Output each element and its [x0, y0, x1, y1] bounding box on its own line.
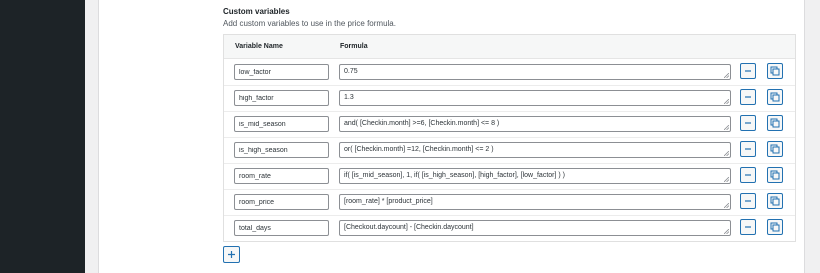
formula-text: [room_rate] * [product_price] [344, 198, 433, 205]
variable-name-input[interactable] [234, 90, 329, 106]
variable-row: if( [is_mid_season], 1, if( [is_high_sea… [224, 164, 795, 190]
formula-textarea[interactable]: 0.75 [339, 64, 731, 80]
remove-variable-button[interactable] [740, 63, 756, 79]
variable-row: 1.3 [224, 86, 795, 112]
minus-icon [745, 174, 751, 176]
variable-row: or( [Checkin.month] =12, [Checkin.month]… [224, 138, 795, 164]
formula-text: 0.75 [344, 68, 358, 75]
variable-row: 0.75 [224, 60, 795, 86]
remove-variable-button[interactable] [740, 219, 756, 235]
duplicate-variable-button[interactable] [767, 115, 783, 131]
duplicate-variable-button[interactable] [767, 63, 783, 79]
variable-name-input[interactable] [234, 142, 329, 158]
copy-icon [770, 118, 780, 128]
minus-icon [745, 200, 751, 202]
formula-textarea[interactable]: if( [is_mid_season], 1, if( [is_high_sea… [339, 168, 731, 184]
copy-icon [770, 170, 780, 180]
remove-variable-button[interactable] [740, 193, 756, 209]
section-title: Custom variables [223, 7, 290, 16]
formula-text: 1.3 [344, 94, 354, 101]
formula-text: and( [Checkin.month] >=6, [Checkin.month… [344, 120, 500, 127]
resize-grip-icon[interactable] [724, 73, 729, 78]
duplicate-variable-button[interactable] [767, 219, 783, 235]
admin-sidebar [0, 0, 85, 273]
minus-icon [745, 96, 751, 98]
resize-grip-icon[interactable] [724, 229, 729, 234]
remove-variable-button[interactable] [740, 167, 756, 183]
resize-grip-icon[interactable] [724, 151, 729, 156]
resize-grip-icon[interactable] [724, 177, 729, 182]
custom-variables-table: Variable Name Formula 0.75 1.3 and( [223, 34, 796, 242]
copy-icon [770, 196, 780, 206]
variable-row: [Checkout.daycount] - [Checkin.daycount] [224, 216, 795, 242]
formula-textarea[interactable]: [Checkout.daycount] - [Checkin.daycount] [339, 220, 731, 236]
variable-row: and( [Checkin.month] >=6, [Checkin.month… [224, 112, 795, 138]
resize-grip-icon[interactable] [724, 99, 729, 104]
remove-variable-button[interactable] [740, 115, 756, 131]
minus-icon [745, 226, 751, 228]
formula-textarea[interactable]: [room_rate] * [product_price] [339, 194, 731, 210]
copy-icon [770, 66, 780, 76]
formula-textarea[interactable]: 1.3 [339, 90, 731, 106]
duplicate-variable-button[interactable] [767, 193, 783, 209]
remove-variable-button[interactable] [740, 89, 756, 105]
duplicate-variable-button[interactable] [767, 167, 783, 183]
variable-name-input[interactable] [234, 220, 329, 236]
column-header-variable-name: Variable Name [235, 43, 283, 50]
duplicate-variable-button[interactable] [767, 141, 783, 157]
variable-name-input[interactable] [234, 116, 329, 132]
remove-variable-button[interactable] [740, 141, 756, 157]
table-header: Variable Name Formula [224, 35, 795, 59]
add-variable-button[interactable] [223, 246, 240, 263]
minus-icon [745, 122, 751, 124]
copy-icon [770, 222, 780, 232]
copy-icon [770, 144, 780, 154]
variable-name-input[interactable] [234, 194, 329, 210]
resize-grip-icon[interactable] [724, 203, 729, 208]
variable-row: [room_rate] * [product_price] [224, 190, 795, 216]
section-description: Add custom variables to use in the price… [223, 19, 396, 28]
duplicate-variable-button[interactable] [767, 89, 783, 105]
resize-grip-icon[interactable] [724, 125, 729, 130]
column-header-formula: Formula [340, 43, 368, 50]
minus-icon [745, 70, 751, 72]
formula-textarea[interactable]: and( [Checkin.month] >=6, [Checkin.month… [339, 116, 731, 132]
copy-icon [770, 92, 780, 102]
formula-textarea[interactable]: or( [Checkin.month] =12, [Checkin.month]… [339, 142, 731, 158]
variable-name-input[interactable] [234, 64, 329, 80]
variable-name-input[interactable] [234, 168, 329, 184]
formula-text: if( [is_mid_season], 1, if( [is_high_sea… [344, 172, 565, 179]
formula-text: [Checkout.daycount] - [Checkin.daycount] [344, 224, 474, 231]
minus-icon [745, 148, 751, 150]
plus-icon [228, 251, 235, 258]
formula-text: or( [Checkin.month] =12, [Checkin.month]… [344, 146, 494, 153]
